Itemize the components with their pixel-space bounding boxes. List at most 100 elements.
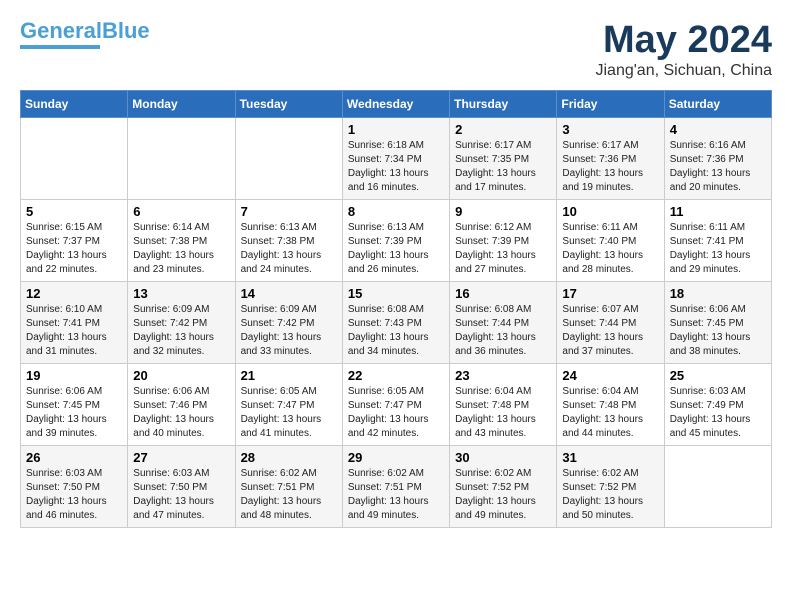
day-number: 7	[241, 204, 337, 219]
day-number: 10	[562, 204, 658, 219]
day-detail: Sunrise: 6:17 AM Sunset: 7:36 PM Dayligh…	[562, 139, 658, 195]
day-detail: Sunrise: 6:08 AM Sunset: 7:44 PM Dayligh…	[455, 303, 551, 359]
day-detail: Sunrise: 6:03 AM Sunset: 7:50 PM Dayligh…	[133, 467, 229, 523]
calendar-cell: 18 Sunrise: 6:06 AM Sunset: 7:45 PM Dayli…	[664, 281, 771, 363]
day-detail: Sunrise: 6:02 AM Sunset: 7:52 PM Dayligh…	[455, 467, 551, 523]
day-number: 25	[670, 368, 766, 383]
calendar-cell: 27 Sunrise: 6:03 AM Sunset: 7:50 PM Dayli…	[128, 445, 235, 527]
day-detail: Sunrise: 6:06 AM Sunset: 7:46 PM Dayligh…	[133, 385, 229, 441]
day-detail: Sunrise: 6:02 AM Sunset: 7:51 PM Dayligh…	[348, 467, 444, 523]
day-header-monday: Monday	[128, 90, 235, 117]
week-row-5: 26 Sunrise: 6:03 AM Sunset: 7:50 PM Dayli…	[21, 445, 772, 527]
day-number: 2	[455, 122, 551, 137]
week-row-1: 1 Sunrise: 6:18 AM Sunset: 7:34 PM Daylig…	[21, 117, 772, 199]
day-detail: Sunrise: 6:15 AM Sunset: 7:37 PM Dayligh…	[26, 221, 122, 277]
day-detail: Sunrise: 6:14 AM Sunset: 7:38 PM Dayligh…	[133, 221, 229, 277]
day-number: 31	[562, 450, 658, 465]
calendar-cell	[664, 445, 771, 527]
day-number: 8	[348, 204, 444, 219]
day-number: 11	[670, 204, 766, 219]
day-number: 17	[562, 286, 658, 301]
day-number: 28	[241, 450, 337, 465]
day-number: 3	[562, 122, 658, 137]
day-detail: Sunrise: 6:03 AM Sunset: 7:50 PM Dayligh…	[26, 467, 122, 523]
calendar-cell: 11 Sunrise: 6:11 AM Sunset: 7:41 PM Dayli…	[664, 199, 771, 281]
day-detail: Sunrise: 6:12 AM Sunset: 7:39 PM Dayligh…	[455, 221, 551, 277]
calendar-cell: 20 Sunrise: 6:06 AM Sunset: 7:46 PM Dayli…	[128, 363, 235, 445]
calendar-cell: 31Sunrise: 6:02 AM Sunset: 7:52 PM Dayli…	[557, 445, 664, 527]
day-detail: Sunrise: 6:16 AM Sunset: 7:36 PM Dayligh…	[670, 139, 766, 195]
calendar-cell: 13Sunrise: 6:09 AM Sunset: 7:42 PM Dayli…	[128, 281, 235, 363]
day-detail: Sunrise: 6:06 AM Sunset: 7:45 PM Dayligh…	[670, 303, 766, 359]
calendar-cell: 14 Sunrise: 6:09 AM Sunset: 7:42 PM Dayli…	[235, 281, 342, 363]
logo-text: GeneralBlue	[20, 20, 150, 42]
day-number: 29	[348, 450, 444, 465]
calendar-cell: 30Sunrise: 6:02 AM Sunset: 7:52 PM Dayli…	[450, 445, 557, 527]
day-detail: Sunrise: 6:09 AM Sunset: 7:42 PM Dayligh…	[133, 303, 229, 359]
calendar-cell: 4 Sunrise: 6:16 AM Sunset: 7:36 PM Daylig…	[664, 117, 771, 199]
day-number: 21	[241, 368, 337, 383]
day-header-friday: Friday	[557, 90, 664, 117]
logo-general: General	[20, 18, 102, 43]
days-header-row: SundayMondayTuesdayWednesdayThursdayFrid…	[21, 90, 772, 117]
calendar-cell: 22 Sunrise: 6:05 AM Sunset: 7:47 PM Dayli…	[342, 363, 449, 445]
day-number: 23	[455, 368, 551, 383]
day-number: 15	[348, 286, 444, 301]
calendar-cell: 5 Sunrise: 6:15 AM Sunset: 7:37 PM Daylig…	[21, 199, 128, 281]
day-detail: Sunrise: 6:05 AM Sunset: 7:47 PM Dayligh…	[241, 385, 337, 441]
day-number: 27	[133, 450, 229, 465]
day-header-tuesday: Tuesday	[235, 90, 342, 117]
week-row-4: 19 Sunrise: 6:06 AM Sunset: 7:45 PM Dayli…	[21, 363, 772, 445]
day-header-sunday: Sunday	[21, 90, 128, 117]
day-detail: Sunrise: 6:18 AM Sunset: 7:34 PM Dayligh…	[348, 139, 444, 195]
day-number: 14	[241, 286, 337, 301]
day-detail: Sunrise: 6:17 AM Sunset: 7:35 PM Dayligh…	[455, 139, 551, 195]
day-number: 20	[133, 368, 229, 383]
calendar-cell: 1 Sunrise: 6:18 AM Sunset: 7:34 PM Daylig…	[342, 117, 449, 199]
day-detail: Sunrise: 6:06 AM Sunset: 7:45 PM Dayligh…	[26, 385, 122, 441]
day-number: 6	[133, 204, 229, 219]
title-block: May 2024 Jiang'an, Sichuan, China	[595, 20, 772, 80]
calendar-cell: 10 Sunrise: 6:11 AM Sunset: 7:40 PM Dayli…	[557, 199, 664, 281]
day-detail: Sunrise: 6:13 AM Sunset: 7:38 PM Dayligh…	[241, 221, 337, 277]
day-number: 24	[562, 368, 658, 383]
day-detail: Sunrise: 6:08 AM Sunset: 7:43 PM Dayligh…	[348, 303, 444, 359]
logo: GeneralBlue	[20, 20, 150, 49]
logo-blue: Blue	[102, 18, 150, 43]
day-number: 12	[26, 286, 122, 301]
header: GeneralBlue May 2024 Jiang'an, Sichuan, …	[20, 20, 772, 80]
calendar-cell: 21 Sunrise: 6:05 AM Sunset: 7:47 PM Dayli…	[235, 363, 342, 445]
day-detail: Sunrise: 6:13 AM Sunset: 7:39 PM Dayligh…	[348, 221, 444, 277]
day-detail: Sunrise: 6:11 AM Sunset: 7:40 PM Dayligh…	[562, 221, 658, 277]
day-number: 18	[670, 286, 766, 301]
calendar-cell: 25Sunrise: 6:03 AM Sunset: 7:49 PM Dayli…	[664, 363, 771, 445]
calendar-cell: 23Sunrise: 6:04 AM Sunset: 7:48 PM Dayli…	[450, 363, 557, 445]
day-detail: Sunrise: 6:05 AM Sunset: 7:47 PM Dayligh…	[348, 385, 444, 441]
calendar-cell: 7 Sunrise: 6:13 AM Sunset: 7:38 PM Daylig…	[235, 199, 342, 281]
calendar-cell: 8 Sunrise: 6:13 AM Sunset: 7:39 PM Daylig…	[342, 199, 449, 281]
day-detail: Sunrise: 6:11 AM Sunset: 7:41 PM Dayligh…	[670, 221, 766, 277]
day-number: 19	[26, 368, 122, 383]
day-number: 1	[348, 122, 444, 137]
day-number: 16	[455, 286, 551, 301]
day-number: 22	[348, 368, 444, 383]
day-number: 26	[26, 450, 122, 465]
calendar-cell: 24 Sunrise: 6:04 AM Sunset: 7:48 PM Dayli…	[557, 363, 664, 445]
calendar-cell	[128, 117, 235, 199]
calendar-cell: 17Sunrise: 6:07 AM Sunset: 7:44 PM Dayli…	[557, 281, 664, 363]
week-row-2: 5 Sunrise: 6:15 AM Sunset: 7:37 PM Daylig…	[21, 199, 772, 281]
calendar-cell: 28 Sunrise: 6:02 AM Sunset: 7:51 PM Dayli…	[235, 445, 342, 527]
calendar-cell: 3 Sunrise: 6:17 AM Sunset: 7:36 PM Daylig…	[557, 117, 664, 199]
day-number: 5	[26, 204, 122, 219]
day-number: 9	[455, 204, 551, 219]
logo-underline	[20, 45, 100, 49]
day-header-saturday: Saturday	[664, 90, 771, 117]
day-detail: Sunrise: 6:09 AM Sunset: 7:42 PM Dayligh…	[241, 303, 337, 359]
day-detail: Sunrise: 6:04 AM Sunset: 7:48 PM Dayligh…	[562, 385, 658, 441]
calendar-cell: 26 Sunrise: 6:03 AM Sunset: 7:50 PM Dayli…	[21, 445, 128, 527]
calendar-cell: 15 Sunrise: 6:08 AM Sunset: 7:43 PM Dayli…	[342, 281, 449, 363]
day-number: 4	[670, 122, 766, 137]
calendar-table: SundayMondayTuesdayWednesdayThursdayFrid…	[20, 90, 772, 528]
day-detail: Sunrise: 6:02 AM Sunset: 7:51 PM Dayligh…	[241, 467, 337, 523]
day-header-thursday: Thursday	[450, 90, 557, 117]
